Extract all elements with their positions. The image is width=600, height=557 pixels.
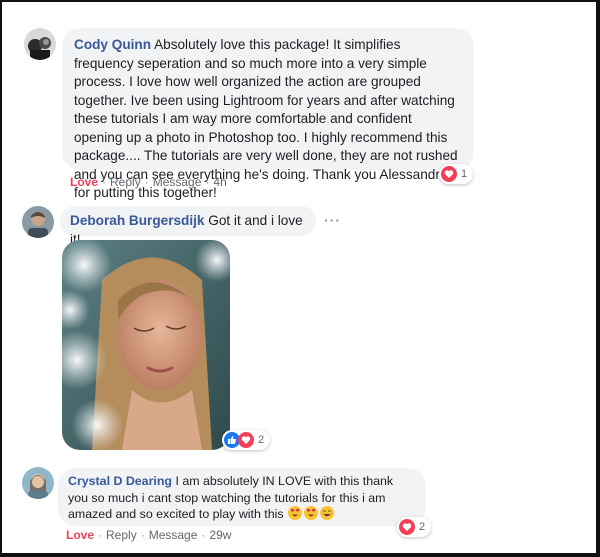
reaction-count: 2 <box>419 521 426 533</box>
timestamp[interactable]: 4h <box>213 175 226 189</box>
comment-actions: Love · Reply · Message · 4h <box>70 175 227 189</box>
love-link[interactable]: Love <box>66 528 94 542</box>
heart-eyes-emoji <box>304 506 319 520</box>
reaction-count: 1 <box>461 168 468 180</box>
heart-icon <box>441 166 457 182</box>
comment-author[interactable]: Crystal D Dearing <box>68 474 172 488</box>
heart-icon <box>238 432 254 448</box>
avatar-cody[interactable] <box>24 28 56 60</box>
reply-link[interactable]: Reply <box>110 175 141 189</box>
timestamp[interactable]: 29w <box>209 528 231 542</box>
grinning-emoji <box>320 506 335 520</box>
avatar-crystal[interactable] <box>22 467 54 499</box>
reaction-summary[interactable]: 2 <box>222 430 271 450</box>
comment-author[interactable]: Deborah Burgersdijk <box>70 213 204 228</box>
reaction-summary[interactable]: 2 <box>397 517 432 537</box>
comments-panel: Cody Quinn Absolutely love this package!… <box>0 0 600 557</box>
comment-author[interactable]: Cody Quinn <box>74 37 151 52</box>
message-link[interactable]: Message <box>153 175 202 189</box>
heart-icon <box>399 519 415 535</box>
comment-bubble: Deborah Burgersdijk Got it and i love it… <box>60 206 316 247</box>
love-link[interactable]: Love <box>70 175 98 189</box>
reaction-count: 2 <box>258 434 265 446</box>
heart-eyes-emoji <box>288 506 303 520</box>
more-options-icon[interactable]: ··· <box>324 212 341 228</box>
comment-bubble: Cody Quinn Absolutely love this package!… <box>62 28 474 200</box>
comment-bubble: Crystal D Dearing I am absolutely IN LOV… <box>58 468 426 526</box>
comment-actions: Love · Reply · Message · 29w <box>66 528 232 542</box>
avatar-deborah[interactable] <box>22 206 54 238</box>
comment-photo[interactable] <box>62 240 230 450</box>
reply-link[interactable]: Reply <box>106 528 137 542</box>
reaction-summary[interactable]: 1 <box>439 164 474 184</box>
message-link[interactable]: Message <box>149 528 198 542</box>
